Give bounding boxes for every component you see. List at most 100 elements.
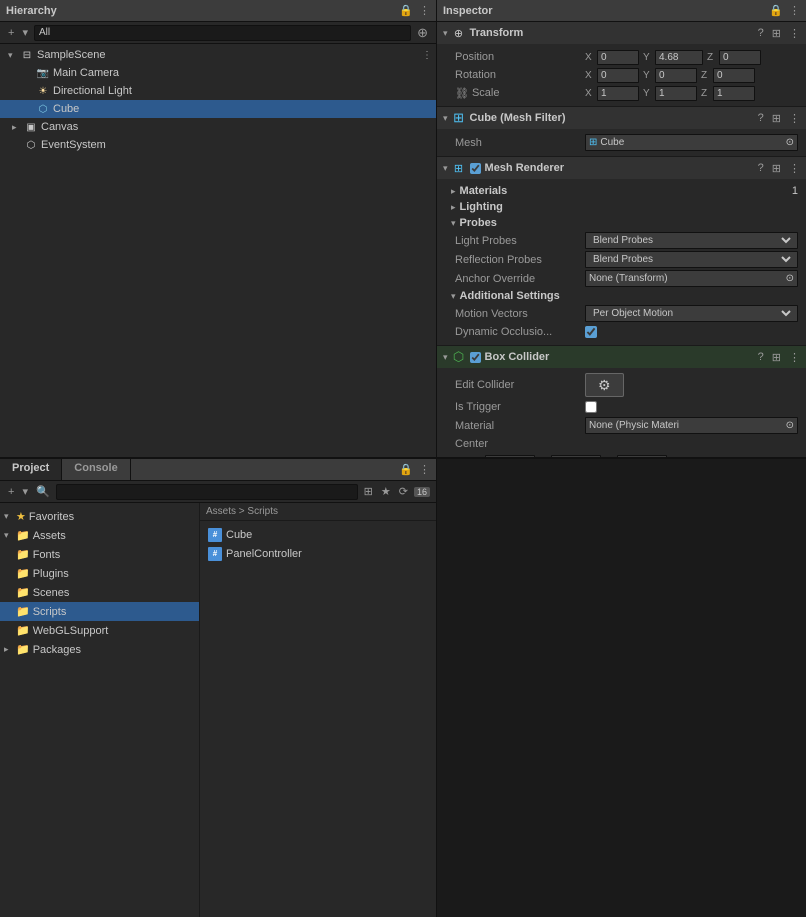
mesh-renderer-collapse: ▾ — [443, 163, 448, 174]
dynamic-occlusion-checkbox[interactable] — [585, 326, 597, 338]
rotation-x-input[interactable] — [597, 68, 639, 83]
position-x-input[interactable] — [597, 50, 639, 65]
light-probes-select[interactable]: Blend Probes — [589, 234, 794, 247]
motion-vectors-select[interactable]: Per Object Motion — [589, 307, 794, 320]
rotation-z-input[interactable] — [713, 68, 755, 83]
hierarchy-item-directional-light[interactable]: ▸ ☀ Directional Light — [0, 82, 436, 100]
tree-item-fonts[interactable]: 📁 Fonts — [0, 545, 199, 564]
project-menu-icon[interactable]: ⋮ — [419, 463, 430, 476]
scale-label: ⛓ Scale — [455, 87, 585, 100]
transform-body: Position X Y Z — [437, 44, 806, 106]
inspector-menu-icon[interactable]: ⋮ — [789, 4, 800, 17]
scale-row: ⛓ Scale X Y — [437, 84, 806, 102]
tree-item-plugins[interactable]: 📁 Plugins — [0, 564, 199, 583]
anchor-picker-icon[interactable]: ⊙ — [786, 273, 794, 284]
probes-section-row[interactable]: ▾ Probes — [437, 215, 806, 231]
collider-material-field: None (Physic Materi ⊙ — [585, 417, 798, 434]
mesh-filter-sliders-icon[interactable]: ⊞ — [772, 112, 781, 125]
hierarchy-lock-icon[interactable]: 🔒 — [399, 4, 413, 17]
motion-vectors-dropdown[interactable]: Per Object Motion — [585, 305, 798, 322]
mesh-renderer-header[interactable]: ▾ ⊞ Mesh Renderer ? ⊞ ⋮ — [437, 157, 806, 179]
project-star-icon[interactable]: ★ — [379, 484, 393, 499]
box-collider-menu-icon[interactable]: ⋮ — [789, 351, 800, 364]
tree-item-webglsupport[interactable]: 📁 WebGLSupport — [0, 621, 199, 640]
motion-vectors-row: Motion Vectors Per Object Motion — [437, 304, 806, 323]
hierarchy-item-canvas[interactable]: ▸ ▣ Canvas — [0, 118, 436, 136]
hierarchy-item-eventsystem[interactable]: ▸ ⬡ EventSystem — [0, 136, 436, 154]
additional-settings-label: Additional Settings — [460, 290, 560, 302]
mesh-renderer-sliders-icon[interactable]: ⊞ — [772, 162, 781, 175]
inspector-lock-icon[interactable]: 🔒 — [769, 4, 783, 17]
mesh-filter-question-icon[interactable]: ? — [758, 112, 764, 125]
dynamic-occlusion-row: Dynamic Occlusio... — [437, 323, 806, 341]
collider-material-picker[interactable]: ⊙ — [786, 420, 794, 431]
tree-item-scenes[interactable]: 📁 Scenes — [0, 583, 199, 602]
reflection-probes-dropdown[interactable]: Blend Probes — [585, 251, 798, 268]
tree-item-packages[interactable]: ▸ 📁 Packages — [0, 640, 199, 659]
position-z-input[interactable] — [719, 50, 761, 65]
files-area: Assets > Scripts # Cube # PanelControlle… — [200, 503, 436, 917]
project-arrow-icon[interactable]: ▾ — [20, 484, 30, 499]
hierarchy-search-input[interactable] — [34, 25, 411, 41]
tree-item-scripts[interactable]: 📁 Scripts — [0, 602, 199, 621]
tree-item-assets[interactable]: ▾ 📁 Assets — [0, 526, 199, 545]
scale-y-input[interactable] — [655, 86, 697, 101]
tab-project[interactable]: Project — [0, 459, 62, 480]
probes-label: Probes — [460, 217, 497, 229]
cube-arrow: ▸ — [24, 104, 36, 115]
mesh-renderer-menu-icon[interactable]: ⋮ — [789, 162, 800, 175]
transform-question-icon[interactable]: ? — [758, 27, 764, 40]
inspector-title: Inspector — [443, 5, 769, 17]
position-y-input[interactable] — [655, 50, 703, 65]
project-search-icon[interactable]: 🔍 — [34, 484, 52, 499]
hierarchy-arrow-icon[interactable]: ▾ — [20, 25, 30, 40]
mesh-picker-icon[interactable]: ⊙ — [786, 137, 794, 148]
additional-settings-row[interactable]: ▾ Additional Settings — [437, 288, 806, 304]
position-z-field: Z — [707, 50, 761, 65]
file-panel-controller[interactable]: # PanelController — [204, 544, 432, 563]
canvas-arrow: ▸ — [12, 122, 24, 133]
reflection-probes-select[interactable]: Blend Probes — [589, 253, 794, 266]
mesh-filter-menu-icon[interactable]: ⋮ — [789, 112, 800, 125]
hierarchy-search-icon[interactable]: ⊕ — [415, 24, 430, 42]
box-collider-sliders-icon[interactable]: ⊞ — [772, 351, 781, 364]
project-add-icon[interactable]: + — [6, 485, 16, 499]
tree-item-favorites[interactable]: ▾ ★ Favorites — [0, 507, 199, 526]
dir-light-arrow: ▸ — [24, 86, 36, 97]
box-collider-header[interactable]: ▾ ⬡ Box Collider ? ⊞ ⋮ — [437, 346, 806, 368]
scale-xyz: X Y Z — [585, 86, 798, 101]
mesh-renderer-icon: ⊞ — [452, 161, 466, 175]
scale-z-input[interactable] — [713, 86, 755, 101]
hierarchy-add-icon[interactable]: + — [6, 26, 16, 40]
file-cube[interactable]: # Cube — [204, 525, 432, 544]
tab-console[interactable]: Console — [62, 459, 130, 480]
project-search-input[interactable] — [56, 484, 358, 500]
edit-collider-button[interactable]: ⚙ — [585, 373, 624, 397]
rotation-y-input[interactable] — [655, 68, 697, 83]
light-probes-dropdown[interactable]: Blend Probes — [585, 232, 798, 249]
mesh-renderer-question-icon[interactable]: ? — [758, 162, 764, 175]
project-grid-icon[interactable]: ⊞ — [362, 484, 375, 499]
box-collider-question-icon[interactable]: ? — [758, 351, 764, 364]
project-refresh-icon[interactable]: ⟳ — [397, 484, 410, 499]
lighting-section-row[interactable]: ▸ Lighting — [437, 199, 806, 215]
mesh-filter-header[interactable]: ▾ ⊞ Cube (Mesh Filter) ? ⊞ ⋮ — [437, 107, 806, 129]
materials-section-row[interactable]: ▸ Materials 1 — [437, 183, 806, 199]
packages-arrow: ▸ — [4, 644, 16, 655]
hierarchy-item-main-camera[interactable]: ▸ 📷 Main Camera — [0, 64, 436, 82]
hierarchy-item-cube[interactable]: ▸ ⬡ Cube — [0, 100, 436, 118]
hierarchy-menu-icon[interactable]: ⋮ — [419, 4, 430, 17]
hierarchy-scene[interactable]: ▾ ⊟ SampleScene ⋮ — [0, 46, 436, 64]
transform-sliders-icon[interactable]: ⊞ — [772, 27, 781, 40]
motion-vectors-label: Motion Vectors — [455, 308, 585, 320]
scene-menu[interactable]: ⋮ — [422, 50, 432, 61]
mesh-renderer-checkbox[interactable] — [470, 163, 481, 174]
eventsystem-arrow: ▸ — [12, 140, 24, 151]
rotation-label: Rotation — [455, 69, 585, 81]
is-trigger-checkbox[interactable] — [585, 401, 597, 413]
box-collider-checkbox[interactable] — [470, 352, 481, 363]
project-lock-icon[interactable]: 🔒 — [399, 463, 413, 476]
transform-header[interactable]: ▾ ⊕ Transform ? ⊞ ⋮ — [437, 22, 806, 44]
transform-menu-icon[interactable]: ⋮ — [789, 27, 800, 40]
scale-x-input[interactable] — [597, 86, 639, 101]
